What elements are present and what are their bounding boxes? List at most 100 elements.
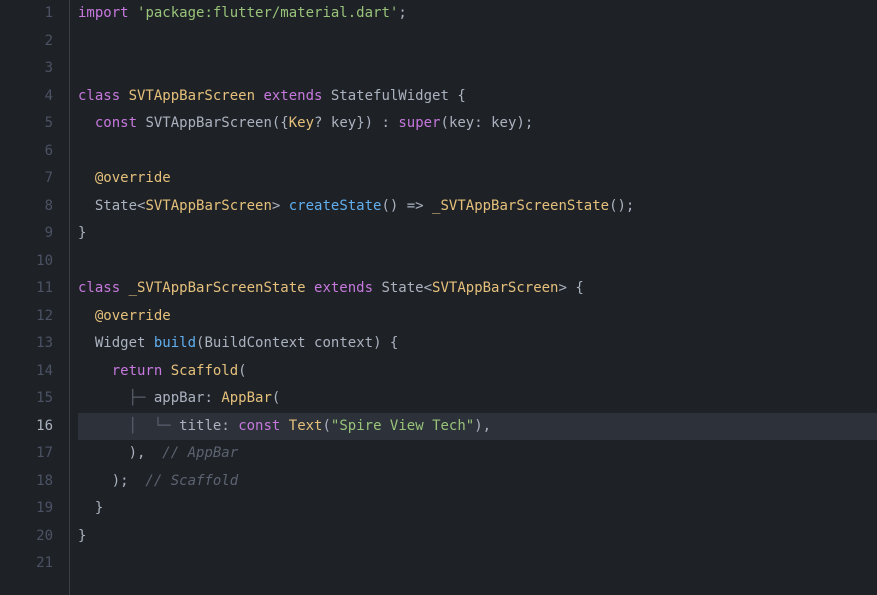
code-line[interactable]	[78, 55, 877, 83]
comment: // AppBar	[145, 445, 238, 461]
punctuation: ) {	[373, 335, 398, 351]
punctuation: :	[204, 390, 221, 406]
string-literal: "Spire View Tech"	[331, 418, 474, 434]
class-name: SVTAppBarScreen	[129, 88, 264, 104]
code-line-current[interactable]: │ └─ title: const Text("Spire View Tech"…	[78, 413, 877, 441]
string-literal: 'package:flutter/material.dart'	[137, 5, 398, 21]
keyword: return	[112, 363, 171, 379]
punctuation: {	[457, 88, 465, 104]
line-number[interactable]: 13	[0, 330, 61, 358]
code-line[interactable]	[78, 138, 877, 166]
punctuation: (	[322, 418, 330, 434]
keyword: const	[95, 115, 146, 131]
indent	[78, 418, 129, 434]
constructor: SVTAppBarScreen	[145, 115, 271, 131]
keyword: class	[78, 280, 129, 296]
class-name: Scaffold	[171, 363, 238, 379]
keyword: extends	[314, 280, 381, 296]
punctuation: ?	[314, 115, 331, 131]
line-number[interactable]: 6	[0, 138, 61, 166]
code-line[interactable]: }	[78, 220, 877, 248]
line-number[interactable]: 7	[0, 165, 61, 193]
line-number[interactable]: 5	[0, 110, 61, 138]
code-line[interactable]: Widget build(BuildContext context) {	[78, 330, 877, 358]
code-line[interactable]: const SVTAppBarScreen({Key? key}) : supe…	[78, 110, 877, 138]
code-area[interactable]: import 'package:flutter/material.dart'; …	[70, 0, 877, 595]
line-number-current[interactable]: 16	[0, 413, 61, 441]
keyword: extends	[263, 88, 330, 104]
code-line[interactable]: State<SVTAppBarScreen> createState() => …	[78, 193, 877, 221]
punctuation: <	[424, 280, 432, 296]
code-line[interactable]: }	[78, 523, 877, 551]
indent	[78, 390, 129, 406]
comment: // Scaffold	[129, 473, 239, 489]
code-line[interactable]: import 'package:flutter/material.dart';	[78, 0, 877, 28]
code-line[interactable]	[78, 28, 877, 56]
code-line[interactable]	[78, 550, 877, 578]
punctuation: >	[558, 280, 575, 296]
parameter: key	[331, 115, 356, 131]
line-number[interactable]: 11	[0, 275, 61, 303]
punctuation: }) :	[356, 115, 398, 131]
code-line[interactable]: class _SVTAppBarScreenState extends Stat…	[78, 275, 877, 303]
line-number[interactable]: 3	[0, 55, 61, 83]
line-number[interactable]: 21	[0, 550, 61, 578]
function: createState	[289, 198, 382, 214]
line-number[interactable]: 17	[0, 440, 61, 468]
line-number[interactable]: 9	[0, 220, 61, 248]
keyword: class	[78, 88, 129, 104]
punctuation: :	[221, 418, 238, 434]
code-line[interactable]: }	[78, 495, 877, 523]
named-param: appBar	[154, 390, 205, 406]
code-line[interactable]: @override	[78, 303, 877, 331]
identifier: key	[491, 115, 516, 131]
annotation: @override	[95, 170, 171, 186]
keyword: import	[78, 5, 137, 21]
named-param: title	[179, 418, 221, 434]
parameter: context	[314, 335, 373, 351]
punctuation: () =>	[381, 198, 432, 214]
type: Key	[289, 115, 314, 131]
code-line[interactable]: class SVTAppBarScreen extends StatefulWi…	[78, 83, 877, 111]
line-number[interactable]: 8	[0, 193, 61, 221]
type: SVTAppBarScreen	[432, 280, 558, 296]
line-number[interactable]: 1	[0, 0, 61, 28]
line-number[interactable]: 10	[0, 248, 61, 276]
line-number[interactable]: 12	[0, 303, 61, 331]
punctuation: >	[272, 198, 289, 214]
punctuation: (	[272, 390, 280, 406]
code-line[interactable]: ); // Scaffold	[78, 468, 877, 496]
class-name: AppBar	[221, 390, 272, 406]
line-number[interactable]: 4	[0, 83, 61, 111]
line-number[interactable]: 2	[0, 28, 61, 56]
indent	[78, 473, 112, 489]
type: SVTAppBarScreen	[145, 198, 271, 214]
code-editor: 1 2 3 4 5 6 7 8 9 10 11 12 13 14 15 16 1…	[0, 0, 877, 595]
code-line[interactable]: return Scaffold(	[78, 358, 877, 386]
punctuation: ();	[609, 198, 634, 214]
class-name: _SVTAppBarScreenState	[432, 198, 609, 214]
code-line[interactable]: ), // AppBar	[78, 440, 877, 468]
punctuation: ),	[474, 418, 491, 434]
line-number[interactable]: 20	[0, 523, 61, 551]
punctuation: ({	[272, 115, 289, 131]
punctuation: ),	[129, 445, 146, 461]
class-name: Text	[289, 418, 323, 434]
code-line[interactable]: @override	[78, 165, 877, 193]
punctuation: ;	[398, 5, 406, 21]
keyword: const	[238, 418, 289, 434]
type: State	[381, 280, 423, 296]
punctuation: }	[78, 528, 86, 544]
indent	[78, 308, 95, 324]
code-line[interactable]: ├─ appBar: AppBar(	[78, 385, 877, 413]
line-number[interactable]: 19	[0, 495, 61, 523]
gutter: 1 2 3 4 5 6 7 8 9 10 11 12 13 14 15 16 1…	[0, 0, 70, 595]
class-name: StatefulWidget	[331, 88, 457, 104]
line-number[interactable]: 15	[0, 385, 61, 413]
punctuation: (	[441, 115, 449, 131]
line-number[interactable]: 14	[0, 358, 61, 386]
line-numbers: 1 2 3 4 5 6 7 8 9 10 11 12 13 14 15 16 1…	[0, 0, 69, 578]
code-line[interactable]	[78, 248, 877, 276]
indent	[78, 500, 95, 516]
line-number[interactable]: 18	[0, 468, 61, 496]
